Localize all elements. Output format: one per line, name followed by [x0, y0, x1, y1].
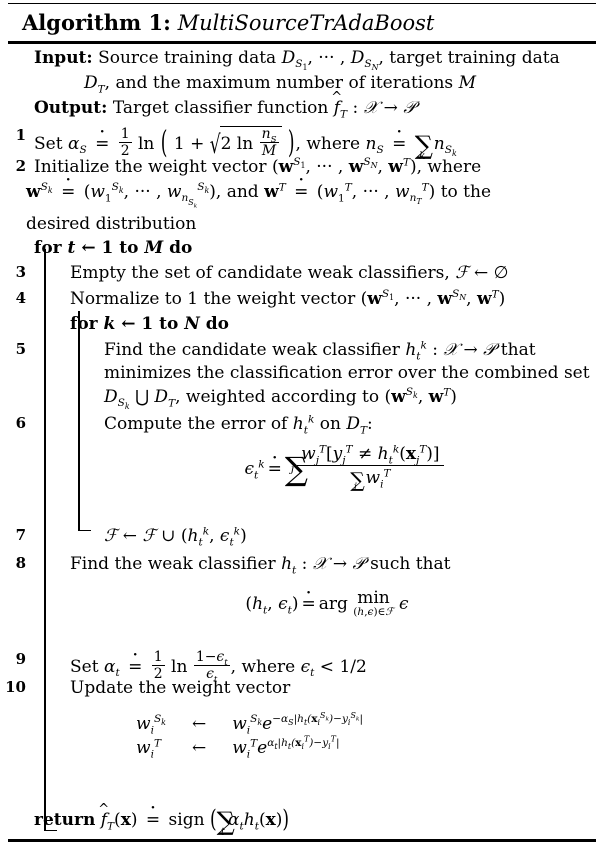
- argmin-equation: (ht, ϵt) = arg min (h,ϵ)∈ℱ ϵ: [70, 590, 584, 618]
- title-rule: [8, 41, 596, 44]
- step-3-number: 3: [15, 263, 26, 281]
- update-target-row: wiT ← wiTeαt|ht(xiT)−yiT|: [136, 734, 363, 761]
- do-keyword-outer: do: [169, 238, 193, 258]
- step-7-text: ℱ ← ℱ ∪ (htk, ϵtk): [104, 525, 247, 549]
- algorithm-title-name: MultiSourceTrAdaBoost: [177, 11, 435, 35]
- step-2-text-line-1: Initialize the weight vector (wS1, ··· ,…: [34, 156, 482, 177]
- update-source-row: wiSk ← wiSke−αS|ht(xiSk)−yiSk|: [136, 710, 364, 737]
- outer-for-text: for t ← 1 to M do: [34, 238, 193, 258]
- return-keyword: return: [34, 810, 96, 830]
- update-target-arrow-icon: ←: [191, 738, 207, 758]
- step-8-text: Find the weak classifier ht : 𝒳 → 𝒫 such…: [70, 554, 451, 577]
- step-7-number: 7: [15, 526, 26, 544]
- for-keyword-outer: for: [34, 238, 62, 258]
- weight-update-equations: wiSk ← wiSke−αS|ht(xiSk)−yiSk| wiT ← wiT…: [136, 710, 364, 761]
- algorithm-body: Input: Source training data DS1, ··· , D…: [0, 46, 604, 838]
- step-4-text: Normalize to 1 the weight vector (wS1, ·…: [70, 288, 506, 309]
- algorithm-block: Algorithm 1: MultiSourceTrAdaBoost Input…: [0, 0, 604, 846]
- to-keyword-inner: to: [159, 314, 179, 334]
- step-2-number: 2: [15, 157, 26, 175]
- step-10-text: Update the weight vector: [70, 678, 291, 698]
- step-6-number: 6: [15, 414, 26, 432]
- step-9-number: 9: [15, 650, 26, 668]
- step-10-number: 10: [5, 678, 26, 696]
- algorithm-title-label: Algorithm 1:: [22, 10, 171, 35]
- input-text-2: DT, and the maximum number of iterations…: [84, 73, 476, 96]
- inner-loop-rule: [78, 311, 80, 531]
- output-text: Target classifier function fT : 𝒳 → 𝒫: [113, 98, 416, 120]
- step-5-text-line-1: Find the candidate weak classifier htk :…: [104, 339, 536, 363]
- step-2-text-line-3: desired distribution: [26, 214, 197, 234]
- bottom-rule: [8, 839, 596, 842]
- top-rule: [8, 3, 596, 4]
- inner-loop-rule-foot: [78, 529, 91, 531]
- input-text-1: Source training data DS1, ··· , DSN, tar…: [98, 48, 560, 73]
- step-4-number: 4: [15, 289, 26, 307]
- for-keyword-inner: for: [70, 314, 98, 334]
- do-keyword-inner: do: [205, 314, 229, 334]
- step-6-text: Compute the error of htk on DT:: [104, 413, 373, 437]
- step-3-text: Empty the set of candidate weak classifi…: [70, 263, 509, 283]
- step-9-text: Set αt = 12 ln 1−ϵtϵt, where ϵt < 1/2: [70, 650, 367, 684]
- step-5-number: 5: [15, 340, 26, 358]
- update-source-lhs: wiSk: [136, 713, 166, 737]
- step-1-number: 1: [15, 126, 26, 144]
- update-source-arrow-icon: ←: [191, 714, 207, 734]
- output-label: Output:: [34, 98, 108, 118]
- step-8-number: 8: [15, 554, 26, 572]
- error-equation: ϵtk = ∑j wjT[yjT ≠ htk(xjT)] ∑i wiT: [104, 444, 584, 493]
- step-2-text-line-2: wSk = (w1Sk, ··· , wnSkSk), and wT = (w1…: [26, 182, 491, 209]
- input-label: Input:: [34, 48, 93, 68]
- outer-loop-rule: [44, 249, 46, 831]
- inner-for-text: for k ← 1 to N do: [70, 314, 229, 334]
- algorithm-title: Algorithm 1: MultiSourceTrAdaBoost: [22, 8, 434, 38]
- step-5-text-line-3: DSk ⋃ DT, weighted according to (wSk, wT…: [104, 386, 457, 412]
- update-target-rhs: wiTeαt|ht(xiT)−yiT|: [232, 734, 340, 761]
- update-source-rhs: wiSke−αS|ht(xiSk)−yiSk|: [232, 710, 364, 737]
- step-5-text-line-2: minimizes the classification error over …: [104, 363, 590, 383]
- to-keyword-outer: to: [119, 238, 139, 258]
- update-target-lhs: wiT: [136, 737, 161, 761]
- return-expression: fT(x) = sign (∑tαtht(x)): [101, 805, 289, 838]
